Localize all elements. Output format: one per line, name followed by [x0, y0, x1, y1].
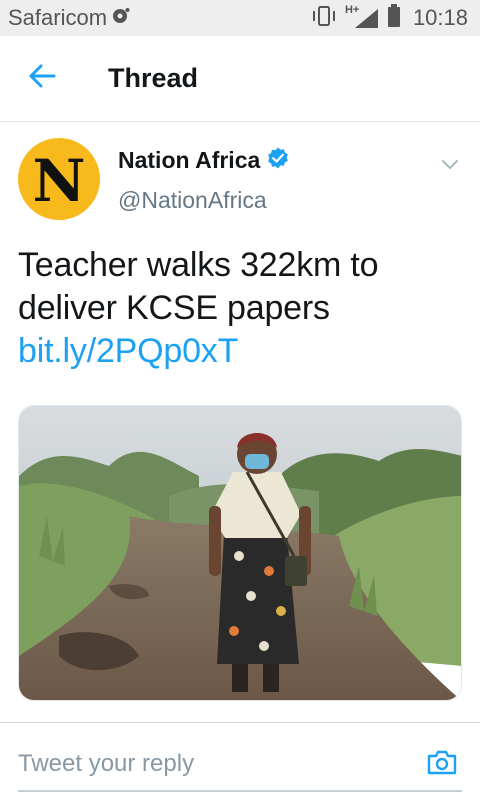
- author-names: Nation Africa @NationAfrica: [118, 146, 290, 214]
- page-title: Thread: [108, 63, 199, 93]
- tweet-link[interactable]: bit.ly/2PQp0xT: [18, 332, 238, 370]
- status-bar: Safaricom H+ 10:18: [0, 0, 480, 36]
- status-right: H+ 10:18: [311, 3, 468, 33]
- tweet: N Nation Africa @NationAfrica Teacher wa…: [0, 122, 480, 701]
- reply-divider: [0, 722, 480, 723]
- photo-image: [19, 406, 461, 700]
- carrier-name: Safaricom: [8, 5, 108, 30]
- verified-badge-icon: [266, 146, 290, 175]
- status-left: Safaricom: [8, 5, 131, 31]
- clock: 10:18: [412, 5, 468, 30]
- display-name-row: Nation Africa: [118, 146, 290, 175]
- app-header: Thread: [0, 36, 480, 122]
- camera-button[interactable]: [422, 744, 462, 784]
- back-button[interactable]: [10, 47, 74, 111]
- camera-icon: [426, 748, 458, 781]
- notification-icon: [111, 6, 131, 31]
- reply-input[interactable]: [18, 750, 378, 778]
- display-name[interactable]: Nation Africa: [118, 147, 260, 174]
- battery-icon: [387, 3, 401, 33]
- network-type: H+: [344, 4, 360, 16]
- reply-bar: [18, 738, 462, 792]
- tweet-text: Teacher walks 322km to deliver KCSE pape…: [18, 244, 462, 373]
- tweet-author-row: N Nation Africa @NationAfrica: [18, 122, 462, 232]
- avatar-letter: N: [32, 147, 86, 215]
- author-handle[interactable]: @NationAfrica: [118, 187, 290, 214]
- tweet-photo[interactable]: [18, 405, 462, 701]
- vibrate-icon: [311, 5, 337, 32]
- arrow-left-icon: [28, 64, 56, 93]
- chevron-down-icon[interactable]: [438, 152, 462, 176]
- avatar[interactable]: N: [18, 138, 100, 220]
- tweet-body: Teacher walks 322km to deliver KCSE pape…: [18, 246, 379, 327]
- signal-icon: H+: [344, 4, 379, 29]
